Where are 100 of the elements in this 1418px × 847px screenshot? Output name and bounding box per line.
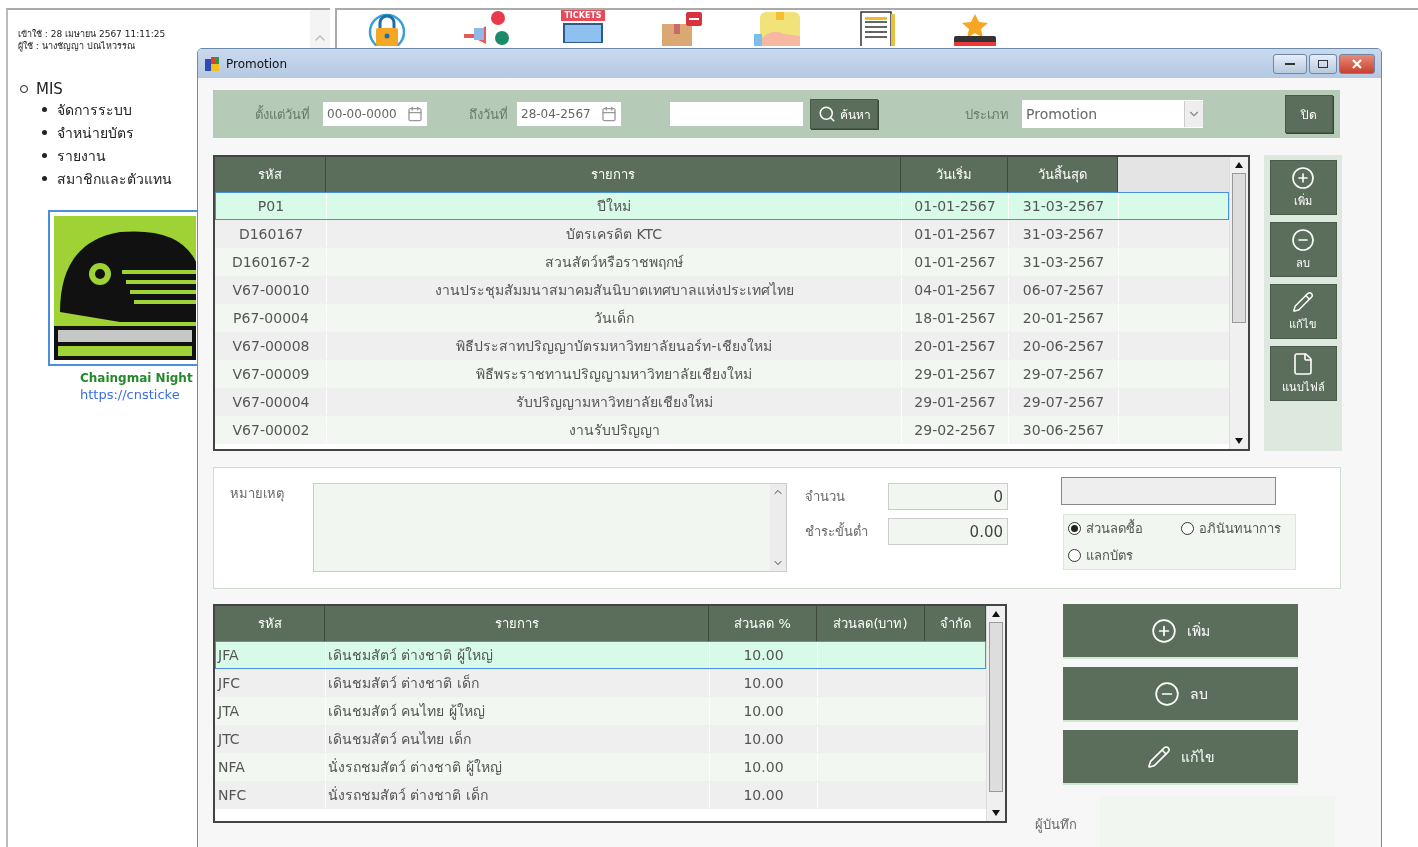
table-cell: งานประชุมสัมมนาสมาคมสันนิบาตเทศบาลแห่งประเทศไทย <box>327 277 902 303</box>
radio-button[interactable] <box>1068 522 1081 535</box>
radio-label[interactable]: แลกบัตร <box>1086 545 1133 566</box>
table-cell: 29-02-2567 <box>902 417 1009 443</box>
column-header[interactable]: รหัส <box>215 157 326 192</box>
menu-item[interactable]: รายงาน <box>57 144 106 167</box>
menu-item[interactable]: สมาชิกและตัวแทน <box>57 167 172 190</box>
table-row[interactable]: V67-00008 พิธีประสาทปริญญาบัตรมหาวิทยาลัยนอร์ท-เชียงใหม่ 20-01-2567 20-06-2567 <box>215 332 1229 360</box>
table-cell: 29-07-2567 <box>1009 361 1119 387</box>
minus-icon <box>1291 227 1315 252</box>
bullet-icon <box>42 130 47 135</box>
table-cell: 01-01-2567 <box>902 221 1009 247</box>
close-icon <box>1352 58 1362 69</box>
quantity-field[interactable]: 0 <box>888 483 1008 510</box>
radio-button[interactable] <box>1181 522 1194 535</box>
plus-icon <box>1151 617 1177 644</box>
scrollbar[interactable] <box>1229 157 1248 449</box>
action-button[interactable]: ลบ <box>1063 667 1298 720</box>
text-field[interactable] <box>1061 477 1276 505</box>
table-cell: 18-01-2567 <box>902 305 1009 331</box>
column-header[interactable]: วันสิ้นสุด <box>1008 157 1118 192</box>
table-cell: D160167-2 <box>216 249 327 275</box>
table-cell: พิธีพระราชทานปริญญามหาวิทยาลัยเชียงใหม่ <box>327 361 902 387</box>
table-row[interactable]: JTA เดินชมสัตว์ คนไทย ผู้ใหญ่ 10.00 <box>215 697 986 725</box>
table-cell: นั่งรถชมสัตว์ ต่างชาติ เด็ก <box>326 782 710 808</box>
scrollbar[interactable] <box>986 606 1005 821</box>
table-row[interactable]: V67-00009 พิธีพระราชทานปริญญามหาวิทยาลัยเชียงใหม่ 29-01-2567 29-07-2567 <box>215 360 1229 388</box>
table-row[interactable]: V67-00010 งานประชุมสัมมนาสมาคมสันนิบาตเทศบาลแห่งประเทศไทย 04-01-2567 06-07-2567 <box>215 276 1229 304</box>
action-button[interactable]: เพิ่ม <box>1063 604 1298 657</box>
radio-label[interactable]: ส่วนลดซื้อ <box>1086 518 1143 539</box>
from-date-label: ตั้งแต่วันที่ <box>254 104 310 124</box>
bullet-icon <box>42 107 47 112</box>
search-button[interactable]: ค้นหา <box>810 99 878 129</box>
scroll-down-icon[interactable] <box>1235 438 1243 444</box>
table-row[interactable]: JFA เดินชมสัตว์ ต่างชาติ ผู้ใหญ่ 10.00 <box>215 641 986 669</box>
minimize-button[interactable] <box>1273 53 1307 74</box>
column-header[interactable]: รายการ <box>326 157 901 192</box>
app-icon <box>204 55 220 72</box>
table-cell: NFA <box>216 754 326 780</box>
radio-label[interactable]: อภินันทนาการ <box>1199 518 1281 539</box>
close-button[interactable] <box>1339 53 1375 74</box>
side-button[interactable]: แนบไฟล์ <box>1269 346 1337 401</box>
table-cell: บัตรเครดิต KTC <box>327 221 902 247</box>
table-row[interactable]: D160167-2 สวนสัตว์หรือราชพฤกษ์ 01-01-2567 31-03-2567 <box>215 248 1229 276</box>
table-cell: เดินชมสัตว์ คนไทย เด็ก <box>326 726 710 752</box>
table-cell: JFA <box>216 642 326 668</box>
column-header[interactable]: รายการ <box>325 606 709 641</box>
table-cell: งานรับปริญญา <box>327 417 902 443</box>
plus-icon <box>1291 165 1315 190</box>
action-button[interactable]: แก้ไข <box>1063 730 1298 783</box>
side-button[interactable]: แก้ไข <box>1269 284 1337 339</box>
table-row[interactable]: P67-00004 วันเด็ก 18-01-2567 20-01-2567 <box>215 304 1229 332</box>
table-cell: 10.00 <box>710 698 818 724</box>
maximize-button[interactable] <box>1309 53 1337 74</box>
table-cell: V67-00009 <box>216 361 327 387</box>
scroll-up-icon[interactable] <box>1235 162 1243 168</box>
column-header[interactable]: วันเริ่ม <box>901 157 1008 192</box>
search-field[interactable] <box>670 102 803 126</box>
from-date-field[interactable]: 00-00-0000 <box>323 102 427 126</box>
table-cell: 10.00 <box>710 642 818 668</box>
column-header[interactable]: จำกัด <box>925 606 986 641</box>
calendar-icon[interactable] <box>407 106 423 122</box>
calendar-icon[interactable] <box>601 106 617 122</box>
to-date-field[interactable]: 28-04-2567 <box>517 102 621 126</box>
menu-item[interactable]: จำหน่ายบัตร <box>57 121 134 144</box>
table-row[interactable]: NFC นั่งรถชมสัตว์ ต่างชาติ เด็ก 10.00 <box>215 781 986 809</box>
table-cell: 20-01-2567 <box>902 333 1009 359</box>
side-button[interactable]: ลบ <box>1269 222 1337 277</box>
table-row[interactable]: D160167 บัตรเครดิต KTC 01-01-2567 31-03-2567 <box>215 220 1229 248</box>
type-dropdown[interactable]: Promotion <box>1022 100 1203 128</box>
scroll-down-icon[interactable] <box>992 810 1000 816</box>
side-button[interactable]: เพิ่ม <box>1269 160 1337 215</box>
column-header[interactable]: รหัส <box>215 606 325 641</box>
ticket-screen-icon[interactable] <box>561 21 605 43</box>
table-cell: นั่งรถชมสัตว์ ต่างชาติ ผู้ใหญ่ <box>326 754 710 780</box>
table-cell: V67-00002 <box>216 417 327 443</box>
window-title: Promotion <box>226 56 289 71</box>
table-cell: 20-06-2567 <box>1009 333 1119 359</box>
table-row[interactable]: V67-00002 งานรับปริญญา 29-02-2567 30-06-2567 <box>215 416 1229 444</box>
table-row[interactable]: JFC เดินชมสัตว์ ต่างชาติ เด็ก 10.00 <box>215 669 986 697</box>
column-header[interactable]: ส่วนลด(บาท) <box>817 606 925 641</box>
min-payment-field[interactable]: 0.00 <box>888 518 1008 545</box>
table-cell: JTA <box>216 698 326 724</box>
table-row[interactable]: JTC เดินชมสัตว์ คนไทย เด็ก 10.00 <box>215 725 986 753</box>
table-row[interactable]: V67-00004 รับปริญญามหาวิทยาลัยเชียงใหม่ 29-01-2567 29-07-2567 <box>215 388 1229 416</box>
table-cell: NFC <box>216 782 326 808</box>
table-row[interactable]: NFA นั่งรถชมสัตว์ ต่างชาติ ผู้ใหญ่ 10.00 <box>215 753 986 781</box>
table-cell: เดินชมสัตว์ ต่างชาติ เด็ก <box>326 670 710 696</box>
website-link[interactable]: https://cnsticke <box>80 387 180 402</box>
to-date-label: ถึงวันที่ <box>468 105 508 124</box>
column-header[interactable]: ส่วนลด % <box>709 606 817 641</box>
radio-button[interactable] <box>1068 549 1081 562</box>
table-cell: 04-01-2567 <box>902 277 1009 303</box>
menu-item[interactable]: จัดการระบบ <box>57 98 132 121</box>
table-cell: 20-01-2567 <box>1009 305 1119 331</box>
scroll-up-icon[interactable] <box>992 611 1000 617</box>
table-cell: 31-03-2567 <box>1009 193 1119 219</box>
table-row[interactable]: P01 ปีใหม่ 01-01-2567 31-03-2567 <box>215 192 1229 220</box>
close-dialog-button[interactable]: ปิด <box>1285 95 1333 133</box>
menu-heading[interactable]: MIS <box>36 80 63 98</box>
